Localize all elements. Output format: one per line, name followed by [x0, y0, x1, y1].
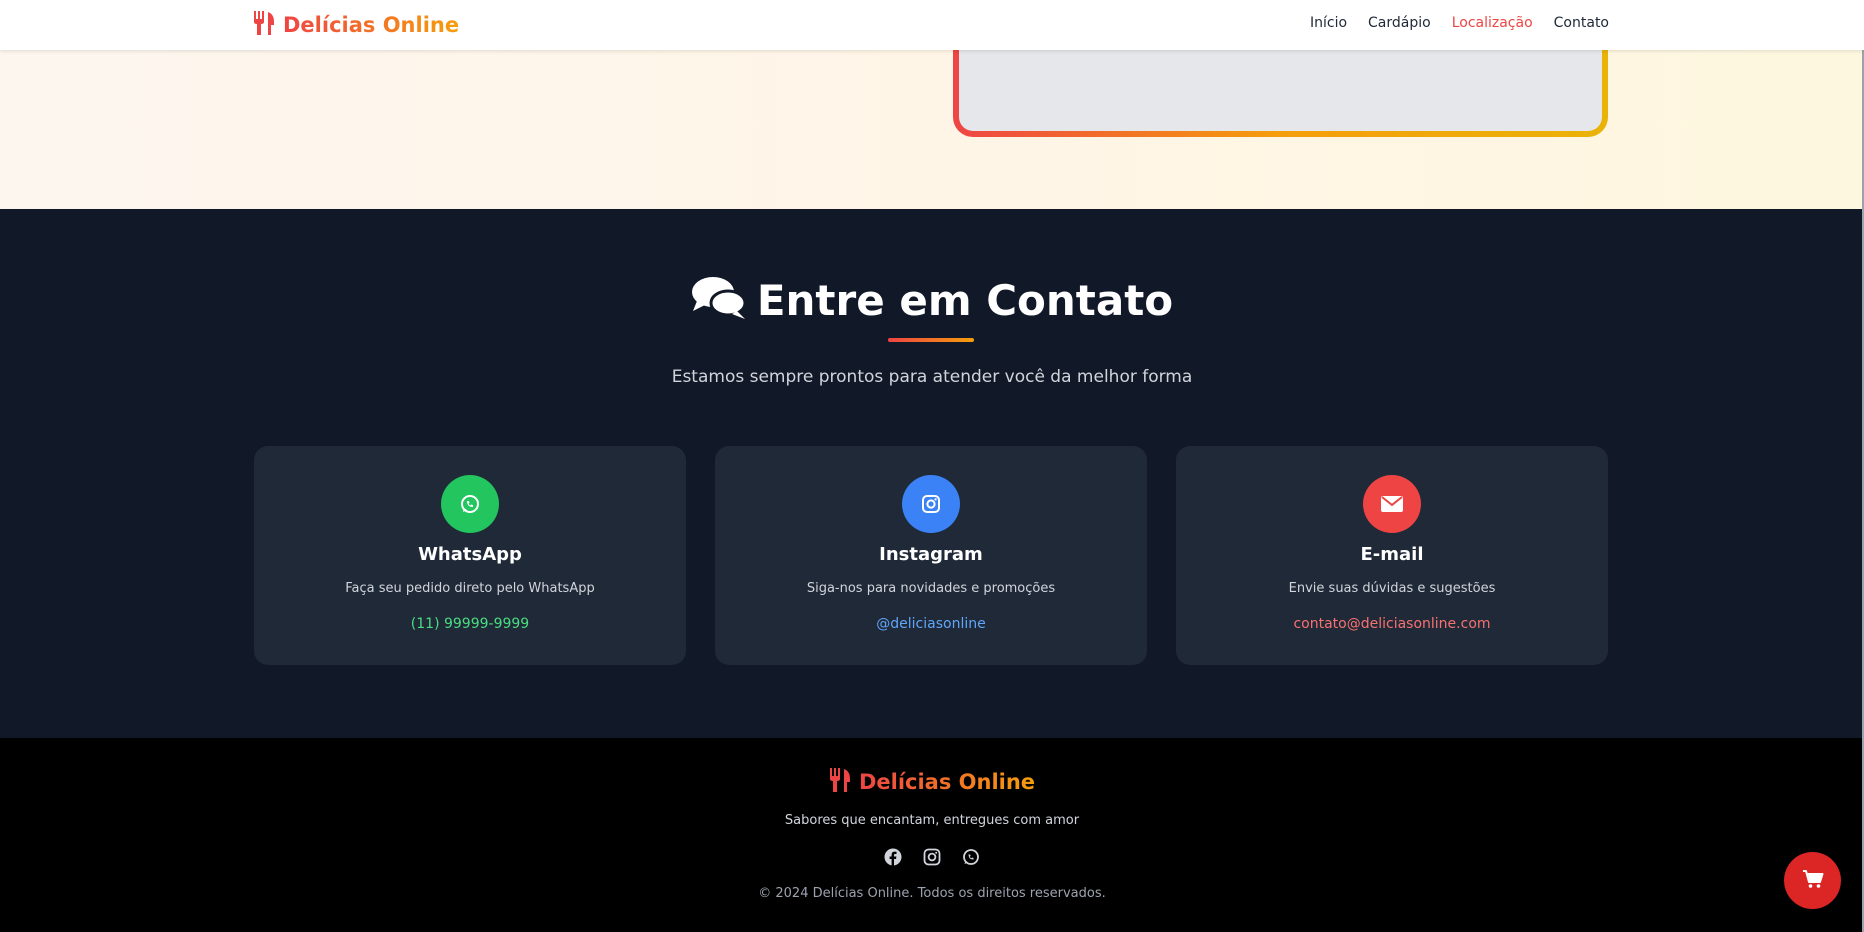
contact-section: Entre em Contato Estamos sempre prontos … — [0, 209, 1864, 738]
instagram-icon[interactable] — [923, 848, 941, 866]
title-underline — [888, 338, 974, 342]
utensils-icon — [829, 768, 851, 796]
footer-copyright: © 2024 Delícias Online. Todos os direito… — [758, 886, 1106, 901]
nav-cardapio[interactable]: Cardápio — [1368, 15, 1431, 31]
comments-icon — [691, 275, 747, 325]
whatsapp-icon[interactable] — [962, 848, 980, 866]
facebook-icon[interactable] — [884, 848, 902, 866]
card-title: Instagram — [879, 544, 983, 565]
main-nav: Início Cardápio Localização Contato — [1310, 15, 1609, 31]
card-description: Siga-nos para novidades e promoções — [806, 581, 1056, 596]
contact-heading: Entre em Contato — [0, 275, 1864, 325]
email-link[interactable]: contato@deliciasonline.com — [1176, 616, 1608, 632]
card-title: E-mail — [1360, 544, 1424, 565]
shopping-cart-icon — [1802, 869, 1824, 893]
site-header: Delícias Online Início Cardápio Localiza… — [0, 0, 1864, 50]
brand-logo[interactable]: Delícias Online — [253, 11, 459, 39]
whatsapp-link[interactable]: (11) 99999-9999 — [254, 616, 686, 632]
footer-tagline: Sabores que encantam, entregues com amor — [784, 813, 1080, 828]
card-description: Envie suas dúvidas e sugestões — [1288, 581, 1496, 596]
nav-inicio[interactable]: Início — [1310, 15, 1347, 31]
brand-name: Delícias Online — [283, 13, 460, 37]
contact-subtitle: Estamos sempre prontos para atender você… — [671, 367, 1193, 387]
contact-card-email: E-mail Envie suas dúvidas e sugestões co… — [1176, 446, 1608, 665]
site-footer: Delícias Online Sabores que encantam, en… — [0, 738, 1864, 932]
envelope-icon — [1363, 475, 1421, 533]
footer-brand-name: Delícias Online — [858, 770, 1036, 794]
contact-title: Entre em Contato — [756, 275, 1174, 325]
instagram-link[interactable]: @deliciasonline — [715, 616, 1147, 632]
instagram-icon — [902, 475, 960, 533]
card-title: WhatsApp — [418, 544, 522, 565]
footer-social-links — [0, 848, 1864, 866]
utensils-icon — [253, 11, 275, 39]
contact-card-whatsapp: WhatsApp Faça seu pedido direto pelo Wha… — [254, 446, 686, 665]
nav-contato[interactable]: Contato — [1554, 15, 1609, 31]
nav-localizacao[interactable]: Localização — [1452, 15, 1533, 31]
whatsapp-icon — [441, 475, 499, 533]
card-description: Faça seu pedido direto pelo WhatsApp — [345, 581, 595, 596]
footer-brand: Delícias Online — [0, 768, 1864, 796]
contact-card-instagram: Instagram Siga-nos para novidades e prom… — [715, 446, 1147, 665]
floating-cart-button[interactable] — [1784, 852, 1841, 909]
